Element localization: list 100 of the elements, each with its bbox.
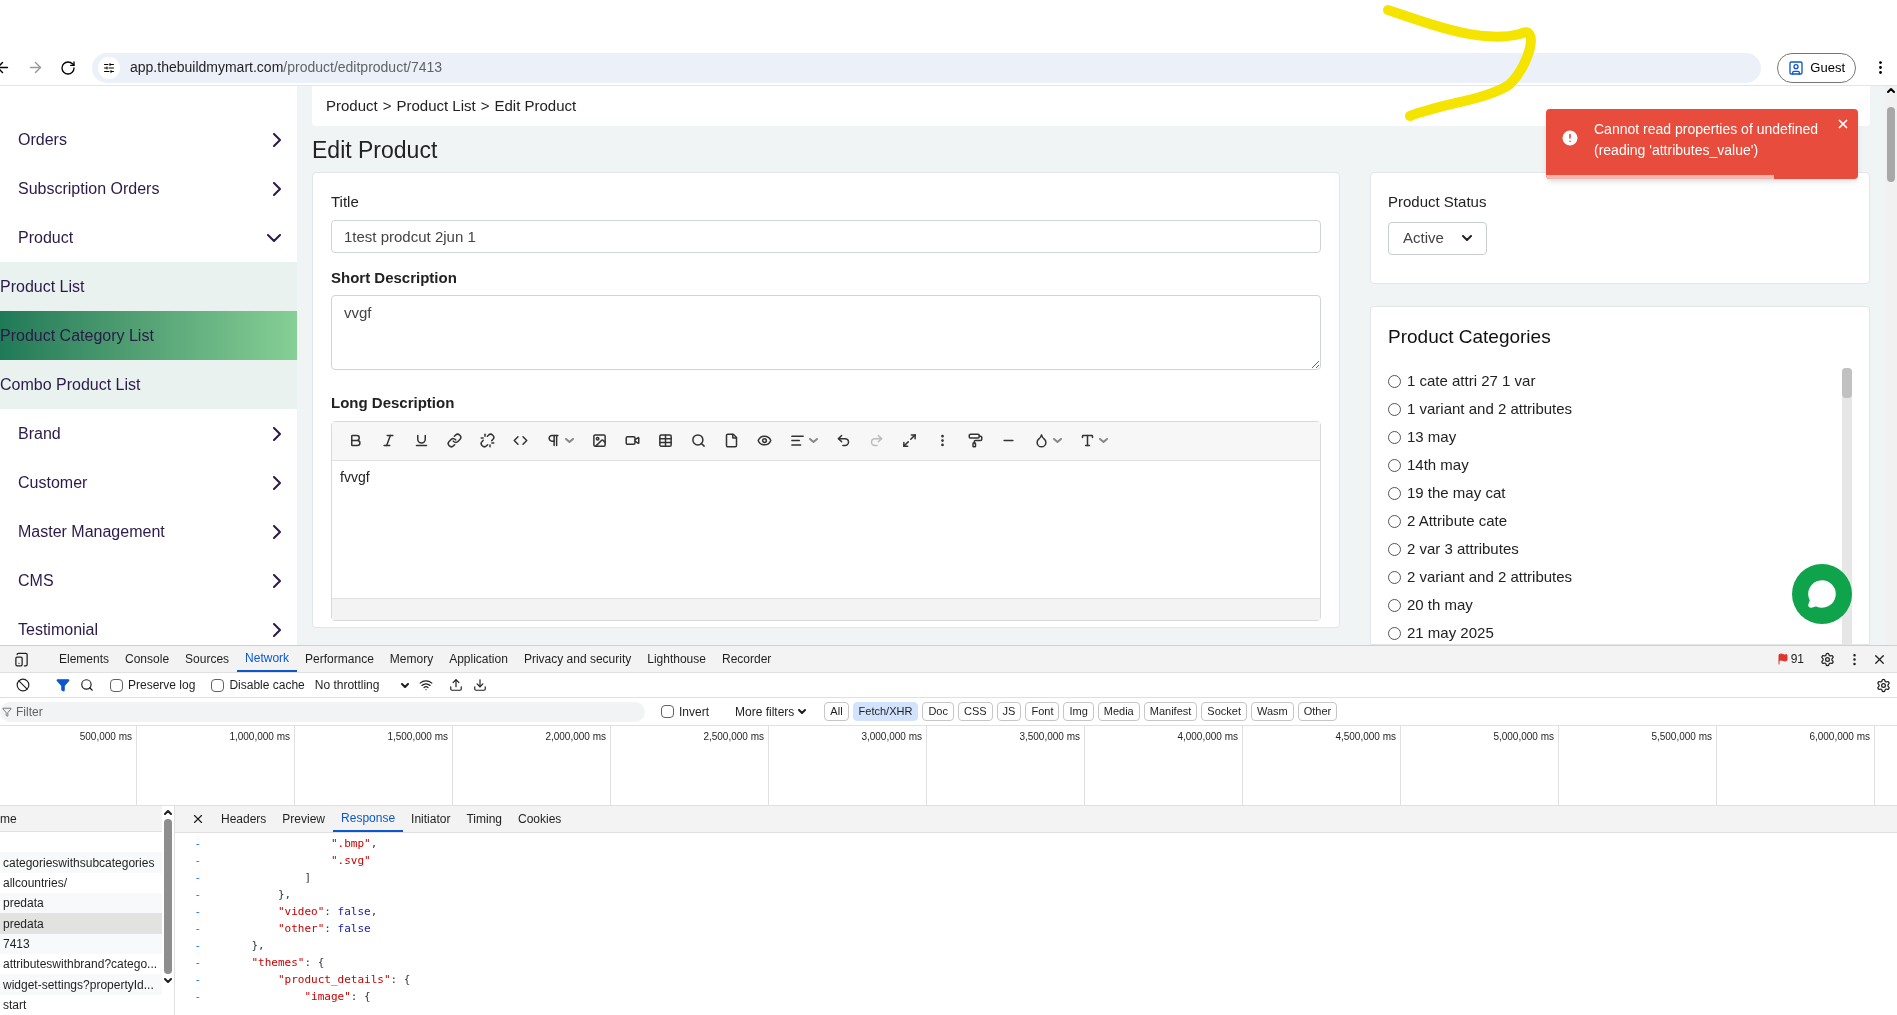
line-marker: - (193, 938, 202, 955)
request-row[interactable]: 7413 (0, 933, 162, 955)
request-row[interactable]: widget-settings?propertyId... (0, 974, 162, 995)
wifi-icon[interactable] (419, 678, 434, 692)
breadcrumb-link[interactable]: Product List (396, 94, 476, 118)
filter-chip[interactable]: Wasm (1250, 702, 1294, 721)
more-filters-button[interactable]: More filters (735, 702, 807, 721)
filter-chip[interactable]: Media (1097, 702, 1140, 721)
devtools-tab[interactable]: Memory (381, 646, 442, 672)
category-option[interactable]: 1 cate attri 27 1 var (1407, 370, 1536, 393)
category-option[interactable]: 2 Attribute cate (1407, 510, 1508, 533)
sidebar-item[interactable]: Brand (0, 409, 297, 458)
filter-chip[interactable]: Font (1025, 702, 1060, 721)
filter-chip[interactable]: All (824, 702, 849, 721)
editor-content[interactable]: fvvgf (332, 460, 1320, 598)
settings-icon[interactable] (1820, 651, 1835, 667)
line-marker: - (193, 887, 202, 904)
filter-chip[interactable]: CSS (957, 702, 993, 721)
short-description-input[interactable]: vvgf (331, 295, 1321, 370)
filter-chip[interactable]: Doc (922, 702, 954, 721)
category-option[interactable]: 19 the may cat (1407, 482, 1506, 505)
category-option[interactable]: 21 may 2025 (1407, 622, 1494, 644)
checkbox[interactable] (211, 678, 225, 692)
checkbox[interactable] (110, 678, 123, 692)
status-select[interactable]: Active (1388, 221, 1487, 255)
device-toolbar-icon[interactable] (14, 651, 29, 667)
timeline-tick: 4,500,000 ms (1335, 730, 1396, 744)
checkbox[interactable] (661, 705, 674, 718)
throttling-select[interactable]: No throttling (314, 676, 410, 694)
sidebar-item[interactable]: Testimonial (0, 605, 297, 645)
close-icon[interactable] (191, 812, 205, 826)
field-label: Long Description (331, 393, 456, 413)
scrollbar-thumb[interactable] (164, 819, 172, 974)
scrollbar-thumb[interactable] (1842, 367, 1852, 398)
close-button[interactable] (1836, 117, 1850, 131)
sidebar-item[interactable]: Product (0, 213, 297, 262)
site-info-icon[interactable] (103, 61, 115, 74)
devtools-tab[interactable]: Sources (177, 646, 238, 672)
detail-tab[interactable]: Preview (274, 806, 334, 832)
category-option[interactable]: 2 var 3 attributes (1407, 538, 1519, 561)
devtools-tab[interactable]: Lighthouse (639, 646, 714, 672)
devtools-tab[interactable]: Privacy and security (515, 646, 640, 672)
clear-icon[interactable] (16, 678, 30, 692)
issues-count[interactable]: 91 (1790, 650, 1804, 668)
detail-tab[interactable]: Timing (458, 806, 510, 832)
filter-chip[interactable]: Manifest (1143, 702, 1198, 721)
filter-chip[interactable]: JS (996, 702, 1022, 721)
sidebar-subitem[interactable]: Combo Product List (0, 360, 297, 409)
request-row[interactable]: predata (0, 913, 162, 934)
sidebar-subitem[interactable]: Product List (0, 262, 297, 311)
address-bar[interactable]: app.thebuildmymart.com/product/editproduct/7413 (92, 52, 1762, 83)
filter-chip[interactable]: Img (1063, 702, 1094, 721)
scroll-down-icon (164, 978, 172, 983)
sidebar-item[interactable]: Master Management (0, 507, 297, 556)
category-option[interactable]: 2 variant and 2 attributes (1407, 566, 1573, 589)
scrollbar[interactable] (1842, 367, 1852, 644)
breadcrumb-link[interactable]: Edit Product (494, 94, 577, 118)
sidebar-item[interactable]: CMS (0, 556, 297, 605)
sidebar-item[interactable]: Customer (0, 458, 297, 507)
breadcrumb-link[interactable]: Product (326, 94, 378, 118)
devtools-tab[interactable]: Recorder (713, 646, 780, 672)
devtools-tab[interactable]: Performance (297, 646, 382, 672)
devtools-tab[interactable]: Network (237, 646, 298, 672)
devtools-tab[interactable]: Application (441, 646, 516, 672)
detail-tab[interactable]: Response (333, 806, 404, 832)
download-icon[interactable] (473, 678, 488, 692)
sidebar-subitem[interactable]: Product Category List (0, 311, 297, 360)
filter-chip[interactable]: Fetch/XHR (852, 702, 919, 721)
chat-icon (1807, 579, 1837, 609)
reload-icon[interactable] (60, 59, 76, 76)
page-scrollbar[interactable] (1885, 86, 1897, 645)
underline-icon (414, 433, 429, 448)
checkbox-label: Preserve log (128, 677, 196, 694)
category-option[interactable]: 13 may (1407, 426, 1457, 449)
search-icon[interactable] (80, 678, 94, 692)
category-option[interactable]: 1 variant and 2 attributes (1407, 398, 1573, 421)
devtools-tab[interactable]: Elements (51, 646, 118, 672)
forward-icon[interactable] (27, 59, 44, 76)
title-input[interactable]: 1test prodcut 2jun 1 (331, 219, 1321, 253)
settings-icon[interactable] (1876, 677, 1891, 693)
filter-field[interactable]: Filter (0, 701, 645, 722)
detail-tab[interactable]: Headers (213, 806, 275, 832)
filter-chip[interactable]: Other (1297, 702, 1338, 721)
category-option[interactable]: 14th may (1407, 454, 1469, 477)
sidebar-item[interactable]: Subscription Orders (0, 164, 297, 213)
devtools-tab[interactable]: Console (117, 646, 178, 672)
code-icon (513, 433, 528, 448)
field-label: Title (331, 192, 360, 212)
detail-tab[interactable]: Initiator (403, 806, 459, 832)
upload-icon[interactable] (449, 678, 464, 692)
scrollbar-thumb[interactable] (1887, 107, 1895, 182)
sidebar-item[interactable]: Orders (0, 115, 297, 164)
request-row[interactable]: categorieswithsubcategories (0, 852, 162, 873)
filter-icon[interactable] (56, 678, 70, 692)
code-line: "other": false (276, 921, 371, 938)
detail-tab[interactable]: Cookies (510, 806, 570, 832)
filter-chip[interactable]: Socket (1201, 702, 1247, 721)
category-option[interactable]: 20 th may (1407, 594, 1473, 617)
request-row[interactable]: predata (0, 893, 162, 914)
code-line: }, (276, 887, 292, 904)
